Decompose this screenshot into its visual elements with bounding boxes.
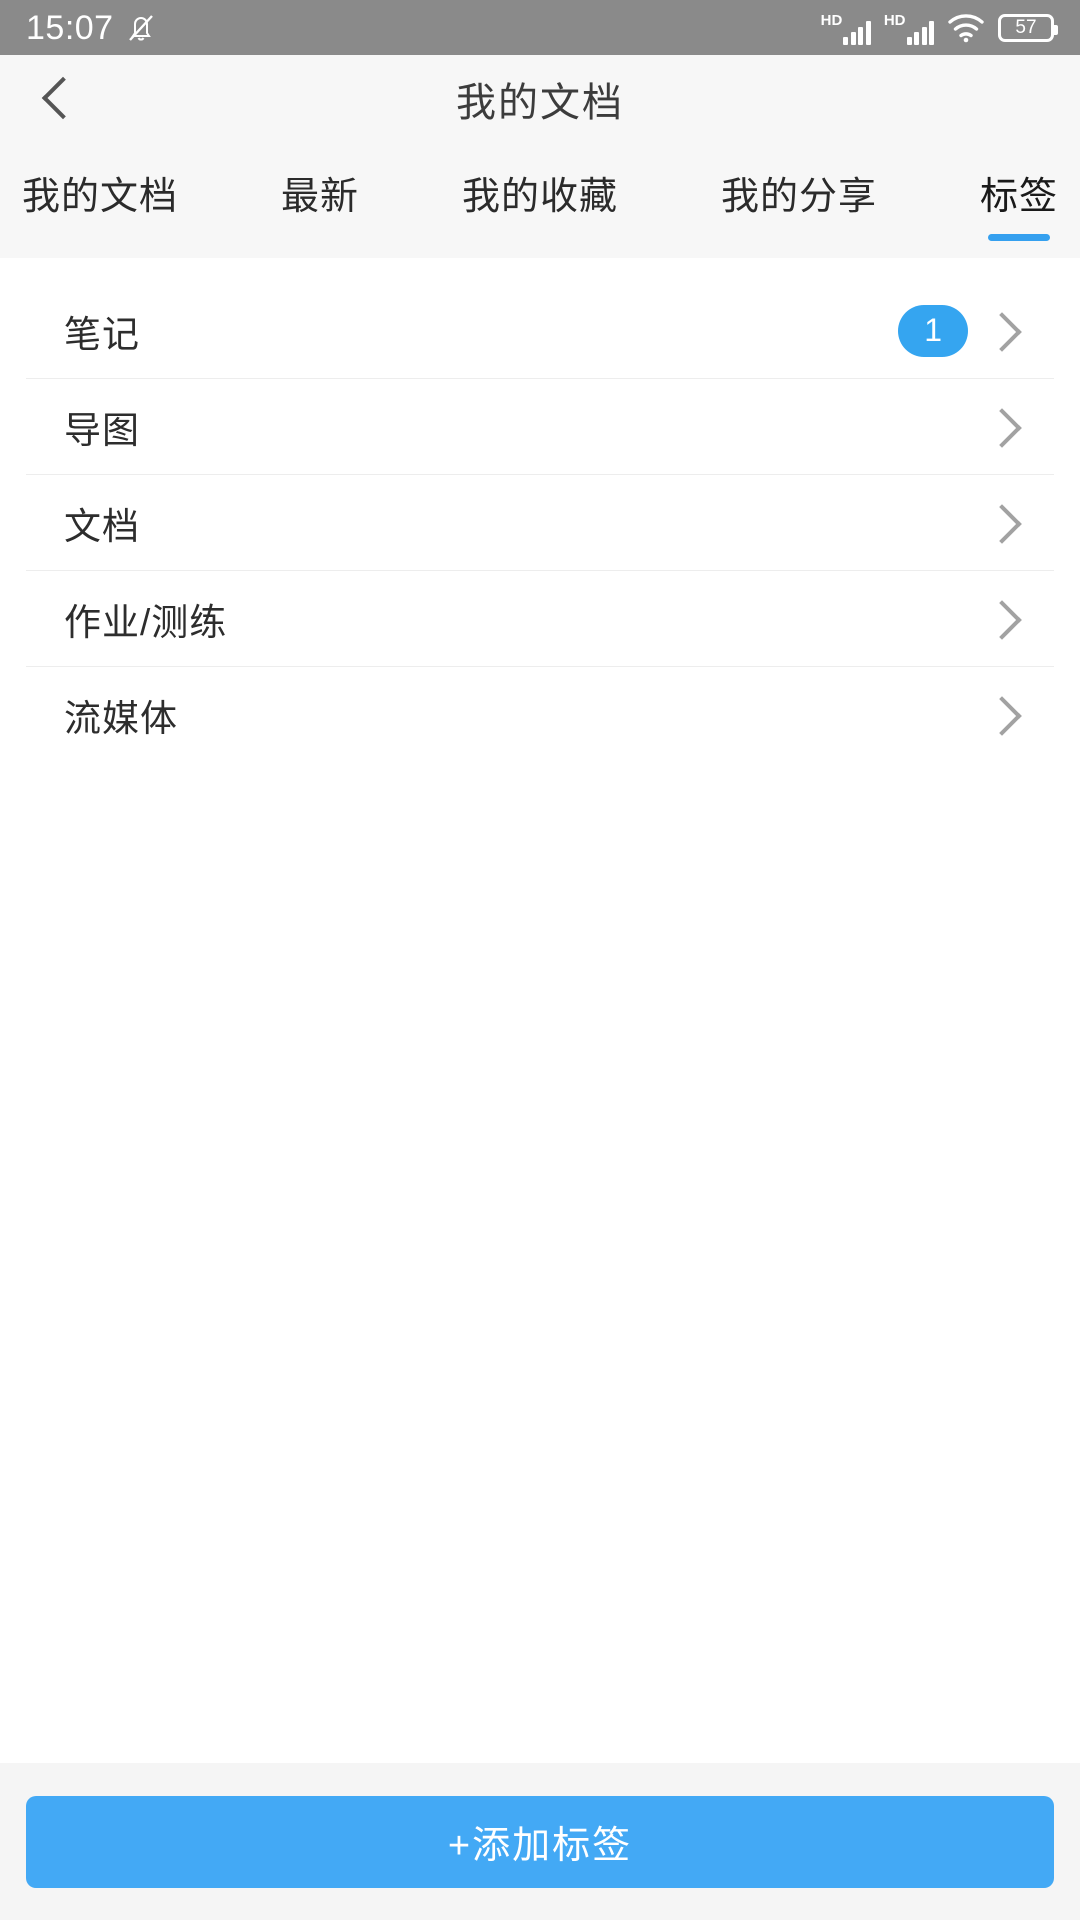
list-item-document[interactable]: 文档 bbox=[26, 475, 1054, 571]
chevron-right-icon[interactable] bbox=[986, 403, 1020, 451]
chevron-right-icon[interactable] bbox=[986, 499, 1020, 547]
list-item-streaming-media[interactable]: 流媒体 bbox=[26, 667, 1054, 763]
tab-latest[interactable]: 最新 bbox=[281, 143, 359, 241]
add-tag-button[interactable]: +添加标签 bbox=[26, 1795, 1054, 1888]
chevron-right-icon[interactable] bbox=[986, 307, 1020, 355]
list-item-accessories: 1 bbox=[898, 304, 1020, 357]
signal-bars-sim1 bbox=[843, 20, 871, 45]
footer-bar: +添加标签 bbox=[0, 1763, 1080, 1920]
signal-icon-sim2: HD bbox=[884, 11, 934, 45]
wifi-icon bbox=[947, 13, 985, 43]
list-item-accessories bbox=[986, 595, 1020, 643]
list-item-label: 流媒体 bbox=[64, 698, 178, 739]
battery-icon: 57 bbox=[998, 13, 1058, 42]
list-item-homework-test[interactable]: 作业/测练 bbox=[26, 571, 1054, 667]
list-item-accessories bbox=[986, 499, 1020, 547]
tab-label: 最新 bbox=[280, 176, 359, 218]
tab-label: 标签 bbox=[979, 176, 1058, 218]
page-title: 我的文档 bbox=[456, 81, 624, 125]
count-badge: 1 bbox=[898, 304, 968, 357]
bell-muted-icon bbox=[126, 11, 156, 45]
list-item-label: 作业/测练 bbox=[64, 601, 228, 643]
list-item-accessories bbox=[986, 403, 1020, 451]
chevron-right-icon[interactable] bbox=[986, 691, 1020, 739]
tab-my-favorites[interactable]: 我的收藏 bbox=[462, 143, 618, 241]
list-item-label: 导图 bbox=[64, 409, 140, 451]
list-item-label: 笔记 bbox=[64, 313, 140, 355]
tab-label: 我的分享 bbox=[720, 176, 877, 218]
app-header: 我的文档 bbox=[0, 55, 1080, 143]
tab-indicator-active bbox=[987, 234, 1050, 241]
signal-bars-sim2 bbox=[906, 20, 934, 45]
tab-bar: 我的文档 最新 我的收藏 我的分享 标签 bbox=[0, 143, 1080, 258]
signal-icon-sim1: HD bbox=[821, 11, 871, 45]
tab-my-shares[interactable]: 我的分享 bbox=[721, 143, 877, 241]
tab-tags[interactable]: 标签 bbox=[980, 143, 1058, 241]
list-item-mindmap[interactable]: 导图 bbox=[26, 379, 1054, 475]
tab-label: 我的文档 bbox=[22, 176, 179, 218]
status-bar: 15:07 HD HD 57 bbox=[0, 0, 1080, 55]
status-bar-left: 15:07 bbox=[26, 11, 156, 45]
tag-list: 笔记 1 导图 文档 作业/测练 流媒体 bbox=[26, 283, 1054, 1763]
chevron-right-icon[interactable] bbox=[986, 595, 1020, 643]
hd-label-sim1: HD bbox=[820, 11, 843, 29]
list-item-notes[interactable]: 笔记 1 bbox=[26, 283, 1054, 379]
tab-my-documents[interactable]: 我的文档 bbox=[22, 143, 178, 241]
status-bar-right: HD HD 57 bbox=[821, 11, 1058, 45]
tab-label: 我的收藏 bbox=[461, 176, 618, 218]
list-item-label: 文档 bbox=[64, 505, 140, 547]
hd-label-sim2: HD bbox=[883, 11, 906, 29]
list-item-accessories bbox=[986, 691, 1020, 739]
status-time: 15:07 bbox=[26, 8, 114, 47]
battery-level-text: 57 bbox=[1015, 17, 1037, 38]
